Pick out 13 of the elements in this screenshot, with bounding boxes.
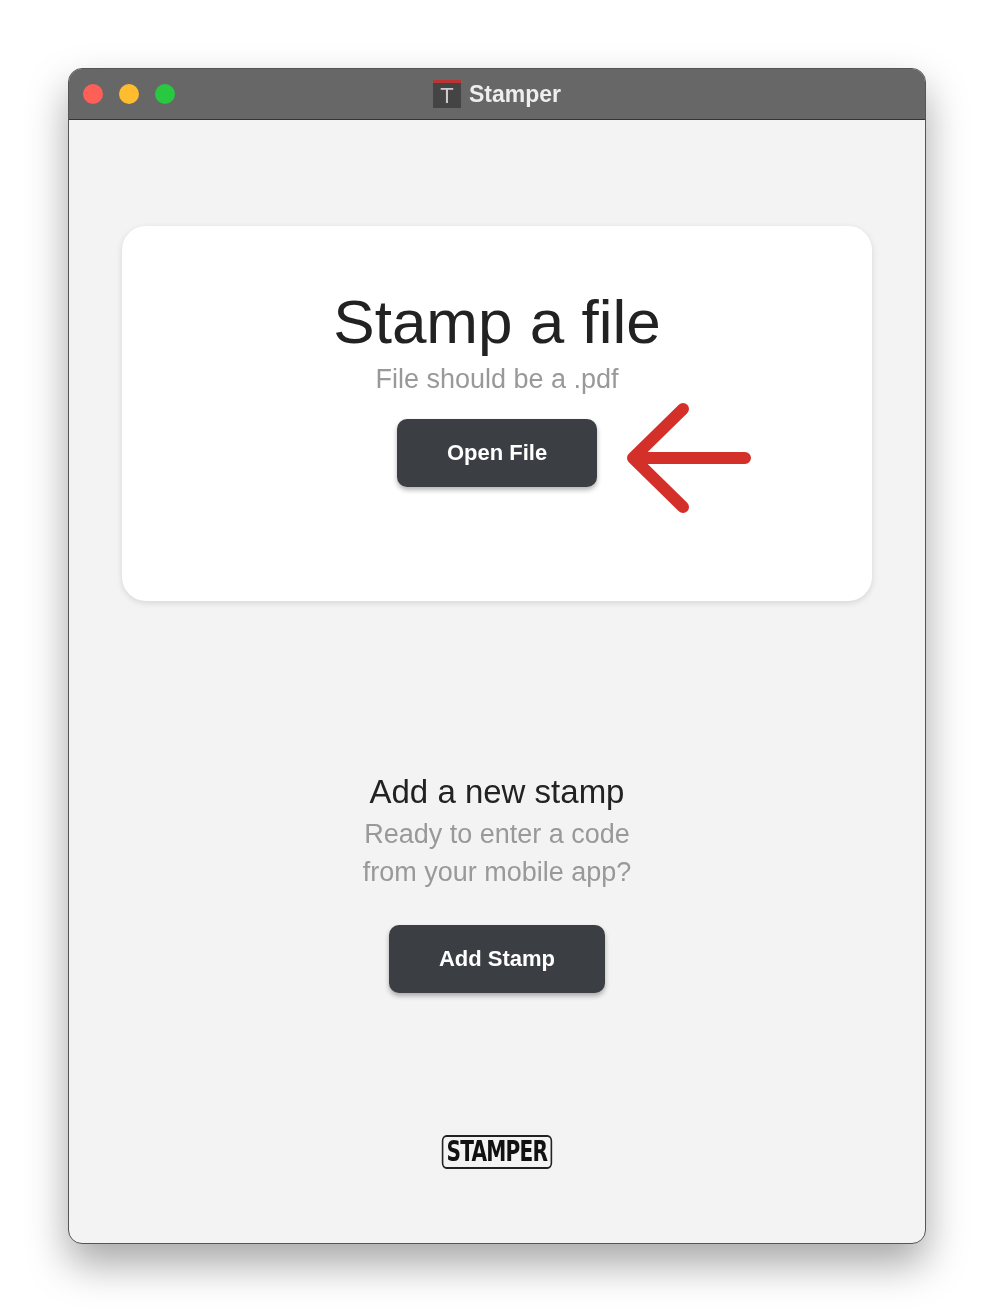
card-subtitle: File should be a .pdf [375,364,619,396]
close-button[interactable] [83,84,103,104]
zoom-button[interactable] [155,84,175,104]
open-file-button[interactable]: Open File [397,419,597,488]
window-title: Stamper [468,80,561,108]
section-subtitle: Ready to enter a code from your mobile app? [362,818,632,889]
add-stamp-button[interactable]: Add Stamp [389,925,605,993]
arrow-icon [625,403,751,514]
minimize-button[interactable] [119,84,139,104]
section-title: Add a new stamp [369,773,625,811]
card-title: Stamp a file [333,288,661,357]
logo: STAMPER [441,1135,553,1169]
app-icon: T [432,80,461,108]
